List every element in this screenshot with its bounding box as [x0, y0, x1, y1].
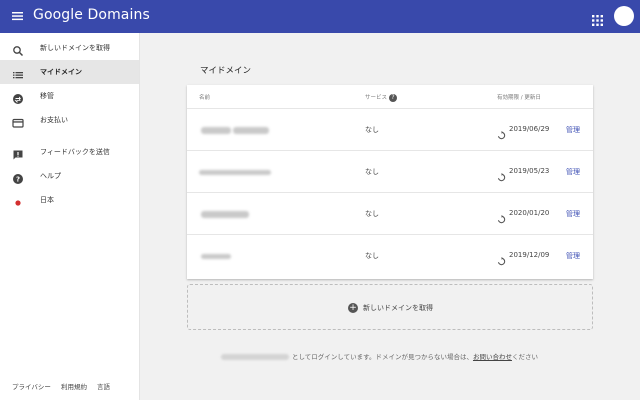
redacted-domain-name: [233, 127, 269, 134]
sidebar-item-feedback[interactable]: フィードバックを送信: [0, 140, 139, 164]
sidebar-item-help[interactable]: ? ヘルプ: [0, 164, 139, 188]
manage-link[interactable]: 管理: [566, 209, 580, 219]
sidebar: 新しいドメインを取得 マイドメイン 移管 お支払い フィードバックを送信 ? ヘ…: [0, 33, 140, 400]
redacted-domain-name: [199, 170, 271, 175]
contact-link[interactable]: お問い合わせ: [473, 353, 512, 361]
service-value: なし: [365, 168, 379, 176]
sidebar-item-get-domain[interactable]: 新しいドメインを取得: [0, 36, 139, 60]
sidebar-item-label: 移管: [40, 92, 54, 100]
column-header-service: サービス?: [365, 93, 398, 102]
japan-flag-icon: [12, 194, 24, 206]
sidebar-item-label: 日本: [40, 196, 54, 204]
column-header-service-label: サービス: [365, 95, 388, 101]
top-app-bar: Google Domains: [0, 0, 640, 33]
sidebar-item-label: マイドメイン: [40, 68, 82, 76]
apps-grid-icon[interactable]: [592, 11, 603, 26]
auto-renew-icon: [497, 167, 506, 182]
sidebar-item-my-domains[interactable]: マイドメイン: [0, 60, 139, 84]
login-text: としてログインしています。ドメインが見つからない場合は、: [292, 353, 473, 361]
auto-renew-icon: [497, 209, 506, 224]
add-domain-button[interactable]: + 新しいドメインを取得: [187, 284, 593, 330]
expiry-date: 2019/06/29: [509, 125, 550, 133]
help-icon[interactable]: ?: [389, 93, 398, 102]
expiry-date: 2019/05/23: [509, 167, 550, 175]
table-row[interactable]: なし 2019/06/29 管理: [187, 109, 593, 151]
page-title: マイドメイン: [200, 66, 252, 76]
hamburger-menu-icon[interactable]: [11, 9, 25, 23]
auto-renew-icon: [497, 125, 506, 140]
login-status: としてログインしています。ドメインが見つからない場合は、お問い合わせください: [221, 351, 601, 361]
language-link[interactable]: 言語: [97, 383, 110, 391]
table-header: 名前 サービス? 有効期限 / 更新日: [187, 85, 593, 109]
list-icon: [12, 66, 24, 79]
sidebar-item-label: お支払い: [40, 116, 68, 124]
sidebar-footer: プライバシー 利用規約 言語: [12, 381, 118, 391]
service-value: なし: [365, 210, 379, 218]
redacted-account-email: [221, 354, 289, 360]
table-row[interactable]: なし 2020/01/20 管理: [187, 193, 593, 235]
service-value: なし: [365, 126, 379, 134]
table-row[interactable]: なし 2019/12/09 管理: [187, 235, 593, 277]
add-domain-label: 新しいドメインを取得: [363, 304, 433, 312]
redacted-domain-name: [201, 211, 249, 218]
add-circle-icon: +: [348, 303, 358, 313]
login-suffix: ください: [511, 353, 538, 361]
search-icon: [12, 42, 24, 57]
sidebar-item-label: ヘルプ: [40, 172, 61, 180]
credit-card-icon: [12, 114, 24, 128]
terms-link[interactable]: 利用規約: [61, 383, 87, 391]
redacted-domain-name: [201, 254, 231, 259]
column-header-expiry: 有効期限 / 更新日: [497, 95, 541, 101]
sidebar-item-language-region[interactable]: 日本: [0, 188, 139, 212]
svg-text:?: ?: [16, 176, 20, 184]
manage-link[interactable]: 管理: [566, 167, 580, 177]
account-avatar[interactable]: [614, 6, 634, 26]
sidebar-item-transfer[interactable]: 移管: [0, 84, 139, 108]
sidebar-item-label: フィードバックを送信: [40, 148, 110, 156]
sidebar-item-billing[interactable]: お支払い: [0, 108, 139, 132]
domain-table: 名前 サービス? 有効期限 / 更新日 なし 2019/06/29 管理 なし …: [187, 85, 593, 279]
feedback-icon: [12, 146, 24, 160]
service-value: なし: [365, 252, 379, 260]
sidebar-item-label: 新しいドメインを取得: [40, 44, 110, 52]
column-header-name: 名前: [199, 95, 211, 101]
help-icon: ?: [12, 170, 24, 184]
app-title[interactable]: Google Domains: [33, 7, 150, 23]
expiry-date: 2019/12/09: [509, 251, 550, 259]
transfer-icon: [12, 90, 24, 104]
table-row[interactable]: なし 2019/05/23 管理: [187, 151, 593, 193]
privacy-link[interactable]: プライバシー: [12, 383, 51, 391]
manage-link[interactable]: 管理: [566, 125, 580, 135]
expiry-date: 2020/01/20: [509, 209, 550, 217]
auto-renew-icon: [497, 251, 506, 266]
redacted-domain-name: [201, 127, 231, 134]
manage-link[interactable]: 管理: [566, 251, 580, 261]
